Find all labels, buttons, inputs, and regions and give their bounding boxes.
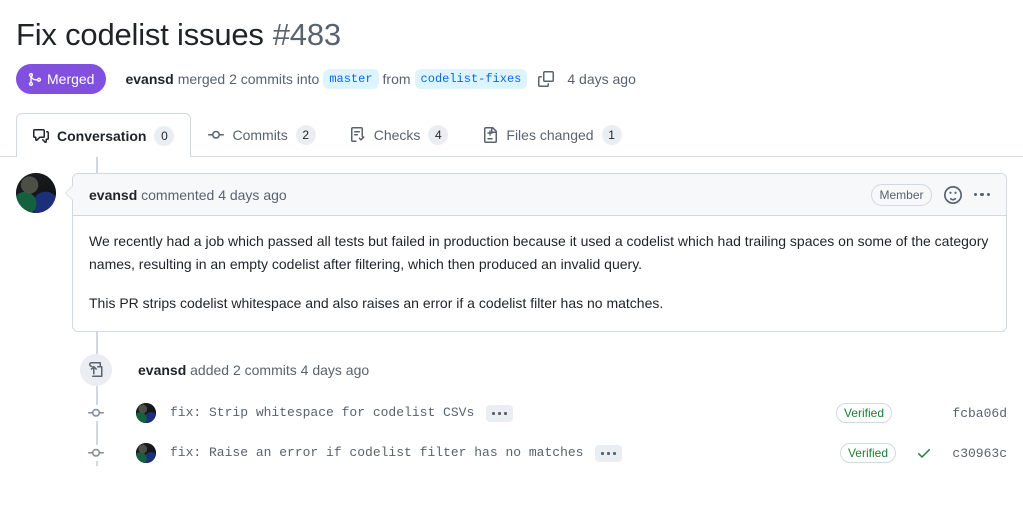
head-branch-chip[interactable]: codelist-fixes bbox=[414, 69, 528, 89]
commit-sha[interactable]: fcba06d bbox=[941, 406, 1007, 421]
tab-commits[interactable]: Commits 2 bbox=[191, 113, 332, 156]
status-badge-member: Member bbox=[871, 183, 932, 206]
pr-title-text: Fix codelist issues bbox=[16, 17, 264, 52]
comment-discussion-icon bbox=[33, 128, 49, 144]
kebab-horizontal-icon[interactable] bbox=[973, 192, 990, 197]
merge-author[interactable]: evansd bbox=[125, 69, 173, 89]
status-badge-verified[interactable]: Verified bbox=[835, 403, 892, 423]
tab-label: Commits bbox=[232, 127, 288, 143]
comment-timestamp: 4 days ago bbox=[218, 186, 287, 203]
comment-author[interactable]: evansd bbox=[89, 187, 137, 203]
pr-state-row: Merged evansd merged 2 commits into mast… bbox=[0, 54, 1023, 94]
comment-thread-item: evansd commented 4 days ago Member We re… bbox=[16, 173, 1007, 332]
tab-files-changed[interactable]: Files changed 1 bbox=[465, 113, 638, 156]
avatar[interactable] bbox=[136, 403, 156, 423]
kebab-horizontal-icon[interactable] bbox=[486, 404, 514, 422]
git-merge-icon bbox=[27, 72, 42, 87]
tab-counter: 1 bbox=[601, 125, 622, 145]
comment-byline: evansd commented 4 days ago bbox=[89, 185, 287, 205]
tab-checks[interactable]: Checks 4 bbox=[333, 113, 466, 156]
commit-message[interactable]: fix: Raise an error if codelist filter h… bbox=[170, 443, 583, 463]
merge-timestamp: 4 days ago bbox=[567, 71, 636, 87]
timeline-event-added-commits: evansd added 2 commits 4 days ago bbox=[16, 354, 1007, 386]
event-author[interactable]: evansd bbox=[138, 362, 186, 378]
comment-action-text: commented bbox=[141, 186, 215, 203]
commit-message[interactable]: fix: Strip whitespace for codelist CSVs bbox=[170, 403, 474, 423]
checklist-icon bbox=[350, 127, 366, 143]
tab-label: Conversation bbox=[57, 127, 147, 144]
status-badge-merged: Merged bbox=[16, 64, 107, 94]
tab-label: Checks bbox=[373, 127, 421, 143]
commit-row: fix: Strip whitespace for codelist CSVs … bbox=[16, 400, 1007, 426]
status-badge-verified[interactable]: Verified bbox=[839, 443, 896, 463]
merge-meta: evansd merged 2 commits into master from… bbox=[125, 69, 639, 89]
copy-icon[interactable] bbox=[537, 69, 555, 89]
pr-number: #483 bbox=[272, 17, 341, 52]
kebab-horizontal-icon[interactable] bbox=[595, 444, 623, 462]
avatar[interactable] bbox=[16, 173, 56, 213]
pr-tabs: Conversation 0 Commits 2 Checks 4 Files … bbox=[0, 113, 1023, 157]
event-timestamp: 4 days ago bbox=[300, 362, 370, 378]
comment-box: evansd commented 4 days ago Member We re… bbox=[65, 173, 1007, 332]
tab-conversation[interactable]: Conversation 0 bbox=[16, 113, 192, 157]
tab-counter: 4 bbox=[428, 125, 449, 145]
tab-counter: 0 bbox=[154, 125, 175, 146]
repo-push-icon bbox=[80, 354, 112, 386]
file-diff-icon bbox=[482, 127, 498, 143]
check-icon bbox=[916, 445, 932, 461]
smiley-icon[interactable] bbox=[943, 185, 962, 204]
tab-label: Files changed bbox=[506, 127, 594, 143]
status-badge-label: Merged bbox=[47, 71, 95, 87]
commit-sha[interactable]: c30963c bbox=[941, 446, 1007, 461]
merge-from-text: from bbox=[382, 71, 411, 87]
merge-action-text: merged 2 commits into bbox=[177, 71, 320, 87]
git-commit-icon bbox=[88, 405, 104, 421]
event-text: evansd added 2 commits 4 days ago bbox=[138, 360, 369, 380]
tab-counter: 2 bbox=[295, 125, 316, 145]
comment-header: evansd commented 4 days ago Member bbox=[73, 174, 1006, 216]
event-action-text: added 2 commits bbox=[190, 362, 297, 378]
commit-meta: Verified fcba06d bbox=[835, 403, 1007, 423]
comment-body: We recently had a job which passed all t… bbox=[73, 216, 1006, 331]
pull-request-page: Fix codelist issues #483 Merged evansd m… bbox=[0, 0, 1023, 532]
commit-row: fix: Raise an error if codelist filter h… bbox=[16, 440, 1007, 466]
git-commit-icon bbox=[88, 445, 104, 461]
avatar[interactable] bbox=[136, 443, 156, 463]
commit-meta: Verified c30963c bbox=[839, 443, 1007, 463]
page-title: Fix codelist issues #483 bbox=[0, 0, 1023, 54]
base-branch-chip[interactable]: master bbox=[323, 69, 379, 89]
comment-paragraph: This PR strips codelist whitespace and a… bbox=[89, 295, 664, 311]
comment-paragraph: We recently had a job which passed all t… bbox=[89, 233, 989, 272]
timeline: evansd commented 4 days ago Member We re… bbox=[0, 157, 1023, 466]
git-commit-icon bbox=[208, 127, 225, 143]
comment-header-actions: Member bbox=[871, 183, 990, 206]
